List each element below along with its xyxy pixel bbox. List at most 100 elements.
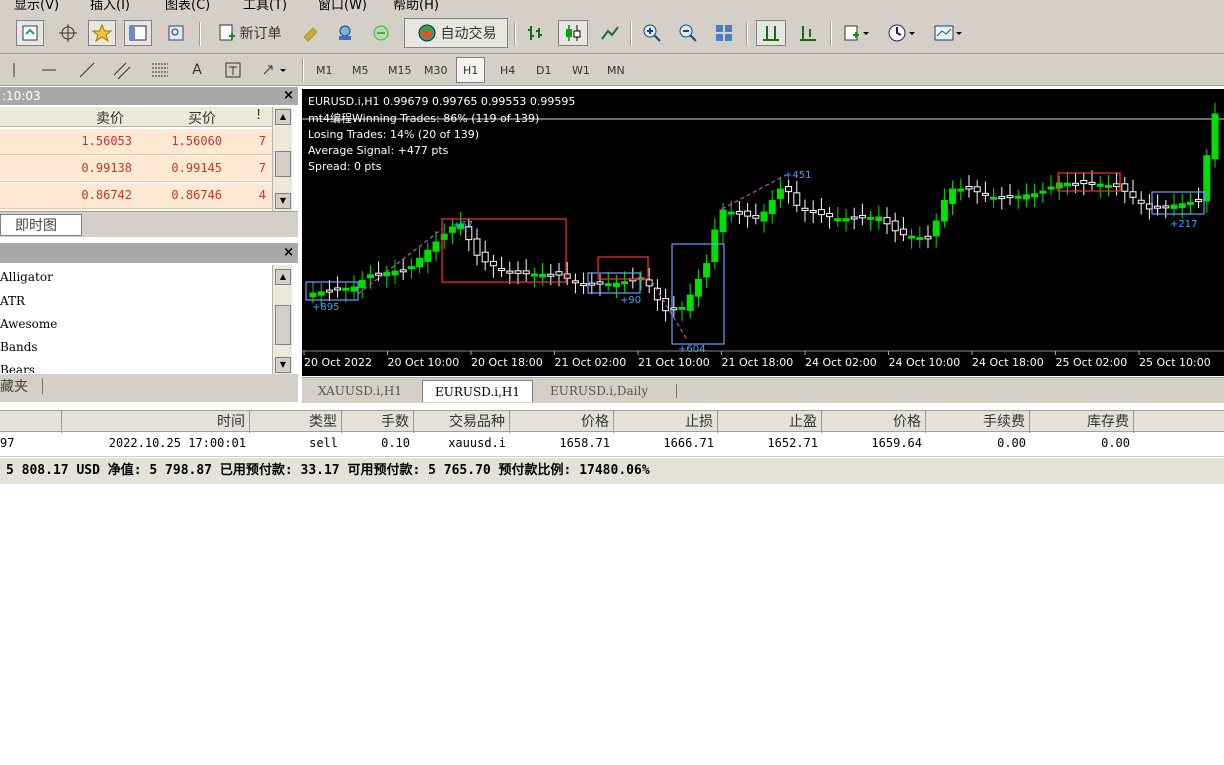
tab-favorites[interactable]: 藏夹 [0,376,28,396]
menu-insert[interactable]: 插入(I) [90,0,130,13]
candle-body [604,283,612,287]
market-watch-scrollbar[interactable]: ▲ ▼ [272,107,292,211]
equidistant-channel-tool-icon[interactable] [108,57,136,83]
column-spread[interactable]: ! [256,108,261,123]
tab-xauusd-h1[interactable]: XAUUSD.i,H1 [306,380,414,402]
indicators-dropdown-icon[interactable] [838,20,874,46]
timeframe-m1[interactable]: M1 [310,57,339,83]
price-chart[interactable]: EURUSD.i,H1 0.99679 0.99765 0.99553 0.99… [302,89,1224,376]
navigator-toggle-icon[interactable] [124,20,152,46]
trade-result-label: +67 [452,220,473,231]
signals-icon[interactable] [368,20,394,46]
candlestick-chart-icon[interactable] [558,20,588,46]
timeframe-m30[interactable]: M30 [418,57,454,83]
scroll-down-icon[interactable]: ▼ [275,193,291,209]
navigator-scrollbar[interactable]: ▲ ▼ [272,265,292,375]
arrows-dropdown-icon[interactable] [256,57,292,83]
timeframe-d1[interactable]: D1 [530,57,557,83]
scroll-down-icon[interactable]: ▼ [275,357,291,373]
timeframe-mn[interactable]: MN [601,57,631,83]
text-tool-icon[interactable]: A [184,57,210,83]
terminal-toggle-icon[interactable] [162,20,190,46]
column-order[interactable] [0,411,62,433]
quote-row[interactable]: 0.99138 0.99145 7 [0,156,272,182]
column-bid[interactable]: 卖价 [96,108,124,128]
column-lots[interactable]: 手数 [342,411,414,433]
menu-window[interactable]: 窗口(W) [318,0,367,13]
indicator-item[interactable]: Bears [0,363,35,373]
zoom-out-icon[interactable] [674,20,702,46]
stat-losing-trades: Losing Trades: 14% (20 of 139) [308,128,479,141]
tab-eurusd-h1[interactable]: EURUSD.i,H1 [422,380,534,402]
crosshair-icon[interactable] [54,20,82,46]
menu-view[interactable]: 显示(V) [14,0,59,13]
candle-body [694,278,702,297]
bar-chart-icon[interactable] [522,20,550,46]
horizontal-line-tool-icon[interactable] [36,57,62,83]
auto-trading-button[interactable]: 自动交易 [404,18,508,48]
auto-trading-icon [418,24,435,42]
bid-price: 1.56053 [81,134,132,148]
auto-scroll-icon[interactable] [756,20,786,46]
column-symbol[interactable]: 交易品种 [414,411,510,433]
candle-body [1113,183,1121,188]
tile-windows-icon[interactable] [710,20,738,46]
candle-body [1006,195,1014,199]
column-price[interactable]: 价格 [822,411,926,433]
menu-charts[interactable]: 图表(C) [165,0,210,13]
column-swap[interactable]: 库存费 [1030,411,1134,433]
timeframe-m15[interactable]: M15 [382,57,418,83]
scroll-thumb[interactable] [275,151,291,177]
candle-body [1211,113,1219,160]
market-watch-tabs: 即时图 [0,211,298,237]
scroll-up-icon[interactable]: ▲ [275,269,291,285]
indicator-item[interactable]: Bands [0,340,38,354]
indicator-item[interactable]: Awesome [0,317,57,331]
column-type[interactable]: 类型 [250,411,342,433]
column-take-profit[interactable]: 止盈 [718,411,822,433]
indicator-item[interactable]: Alligator [0,270,53,284]
text-label-tool-icon[interactable] [220,57,246,83]
column-open-price[interactable]: 价格 [510,411,614,433]
timeframe-h4[interactable]: H4 [494,57,521,83]
candle-body [785,186,793,193]
zoom-in-icon[interactable] [638,20,666,46]
close-icon[interactable]: × [283,87,294,105]
scripts-icon[interactable] [332,20,358,46]
scroll-thumb[interactable] [275,305,291,345]
trade-open-price: 1658.71 [559,436,610,450]
scroll-up-icon[interactable]: ▲ [275,109,291,125]
chart-canvas[interactable]: EURUSD.i,H1 0.99679 0.99765 0.99553 0.99… [302,89,1224,376]
candle-body [752,215,760,219]
vertical-line-tool-icon[interactable] [6,57,22,83]
tab-eurusd-daily[interactable]: EURUSD.i,Daily [538,380,660,402]
time-axis: 20 Oct 2022 20 Oct 10:00 20 Oct 18:00 21 Oc… [302,350,1224,369]
favorites-icon[interactable] [88,20,116,46]
market-watch-toggle-icon[interactable] [16,20,44,46]
timeframe-w1[interactable]: W1 [566,57,596,83]
periods-dropdown-icon[interactable] [882,20,922,46]
templates-dropdown-icon[interactable] [928,20,968,46]
quote-row[interactable]: 0.86742 0.86746 4 [0,183,272,209]
menu-help[interactable]: 帮助(H) [393,0,439,13]
new-order-button[interactable]: 新订单 [208,20,290,46]
column-commission[interactable]: 手续费 [926,411,1030,433]
line-chart-icon[interactable] [596,20,624,46]
trade-commission: 0.00 [997,436,1026,450]
close-icon[interactable]: × [283,245,294,260]
column-stop-loss[interactable]: 止损 [614,411,718,433]
metaeditor-icon[interactable] [298,20,324,46]
chart-shift-icon[interactable] [794,20,822,46]
tab-tick-chart[interactable]: 即时图 [0,214,82,236]
column-time[interactable]: 时间 [62,411,250,433]
candle-body [686,294,694,311]
trade-row[interactable]: 97 2022.10.25 17:00:01 sell 0.10 xauusd.… [0,433,1224,457]
timeframe-h1[interactable]: H1 [456,57,486,83]
column-ask[interactable]: 买价 [188,108,216,128]
fibonacci-tool-icon[interactable] [146,57,174,83]
timeframe-m5[interactable]: M5 [346,57,375,83]
menu-tools[interactable]: 工具(T) [243,0,287,13]
indicator-item[interactable]: ATR [0,294,25,308]
quote-row[interactable]: 1.56053 1.56060 7 [0,129,272,155]
trendline-tool-icon[interactable] [74,57,100,83]
